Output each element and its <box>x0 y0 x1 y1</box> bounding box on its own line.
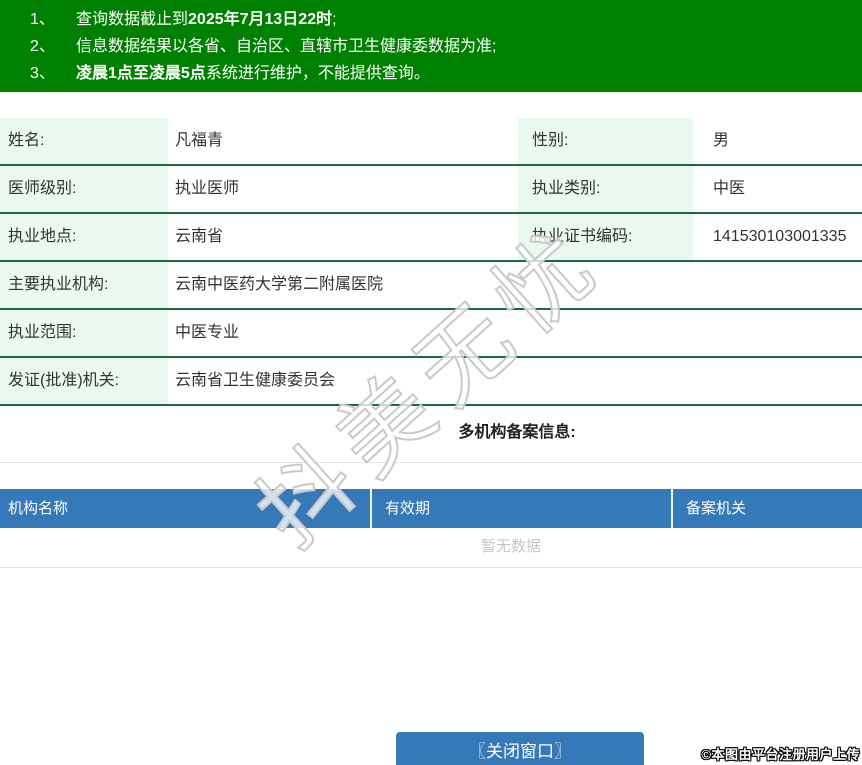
issuing-authority-label: 发证(批准)机关: <box>0 358 168 404</box>
doctor-info-table: 姓名: 凡福青 性别: 男 医师级别: 执业医师 执业类别: 中医 执业地点: … <box>0 118 862 406</box>
main-institution-value: 云南中医药大学第二附属医院 <box>175 276 384 293</box>
certificate-no-label: 执业证书编码: <box>518 214 693 260</box>
issuing-authority-value: 云南省卫生健康委员会 <box>175 372 336 389</box>
notice-line-2: 2、 信息数据结果以各省、自治区、直辖市卫生健康委数据为准; <box>0 33 862 60</box>
multi-institution-section-title: 多机构备案信息: <box>0 406 862 463</box>
notice-number: 1、 <box>30 11 55 28</box>
notice-text-bold: 凌晨1点至凌晨5点 <box>76 65 206 82</box>
table-row-main-institution: 主要执业机构: 云南中医药大学第二附属医院 <box>0 262 862 310</box>
column-validity-period: 有效期 <box>370 489 671 528</box>
close-window-button[interactable]: 〖关闭窗口〗 <box>396 732 644 765</box>
notice-line-3: 3、 凌晨1点至凌晨5点系统进行维护，不能提供查询。 <box>0 60 862 87</box>
notice-number: 3、 <box>30 65 55 82</box>
practice-type-label: 执业类别: <box>518 166 693 212</box>
name-value: 凡福青 <box>175 132 224 149</box>
column-institution-name: 机构名称 <box>8 500 69 517</box>
license-query-page: 1、 查询数据截止到2025年7月13日22时; 2、 信息数据结果以各省、自治区、… <box>0 0 862 765</box>
notice-number: 2、 <box>30 38 55 55</box>
practice-location-label: 执业地点: <box>0 214 168 260</box>
records-table-header: 机构名称 有效期 备案机关 <box>0 489 862 528</box>
gender-value: 男 <box>713 132 730 149</box>
practice-scope-value: 中医专业 <box>175 324 240 341</box>
notice-banner: 1、 查询数据截止到2025年7月13日22时; 2、 信息数据结果以各省、自治区、… <box>0 0 862 92</box>
practice-type-value: 中医 <box>713 180 746 197</box>
no-data-placeholder: 暂无数据 <box>0 528 862 568</box>
notice-text: ; <box>332 11 337 28</box>
column-record-authority: 备案机关 <box>671 489 862 528</box>
notice-text-bold: 2025年7月13日22时 <box>188 11 333 28</box>
notice-text: 信息数据结果以各省、自治区、直辖市卫生健康委数据为准; <box>76 38 497 55</box>
doctor-level-value: 执业医师 <box>175 180 240 197</box>
notice-text: 系统进行维护，不能提供查询。 <box>205 65 430 82</box>
table-row-name-gender: 姓名: 凡福青 性别: 男 <box>0 118 862 166</box>
notice-line-1: 1、 查询数据截止到2025年7月13日22时; <box>0 6 862 33</box>
main-institution-label: 主要执业机构: <box>0 262 168 308</box>
notice-text: 查询数据截止到 <box>76 11 189 28</box>
gender-label: 性别: <box>518 118 693 164</box>
table-row-level-category: 医师级别: 执业医师 执业类别: 中医 <box>0 166 862 214</box>
practice-location-value: 云南省 <box>175 228 224 245</box>
table-row-issuing-authority: 发证(批准)机关: 云南省卫生健康委员会 <box>0 358 862 406</box>
table-row-practice-scope: 执业范围: 中医专业 <box>0 310 862 358</box>
upload-copyright-note: ©本图由平台注册用户上传 <box>701 747 860 762</box>
name-label: 姓名: <box>0 118 168 164</box>
certificate-no-value: 141530103001335 <box>713 228 847 245</box>
table-row-location-certno: 执业地点: 云南省 执业证书编码: 141530103001335 <box>0 214 862 262</box>
doctor-level-label: 医师级别: <box>0 166 168 212</box>
practice-scope-label: 执业范围: <box>0 310 168 356</box>
